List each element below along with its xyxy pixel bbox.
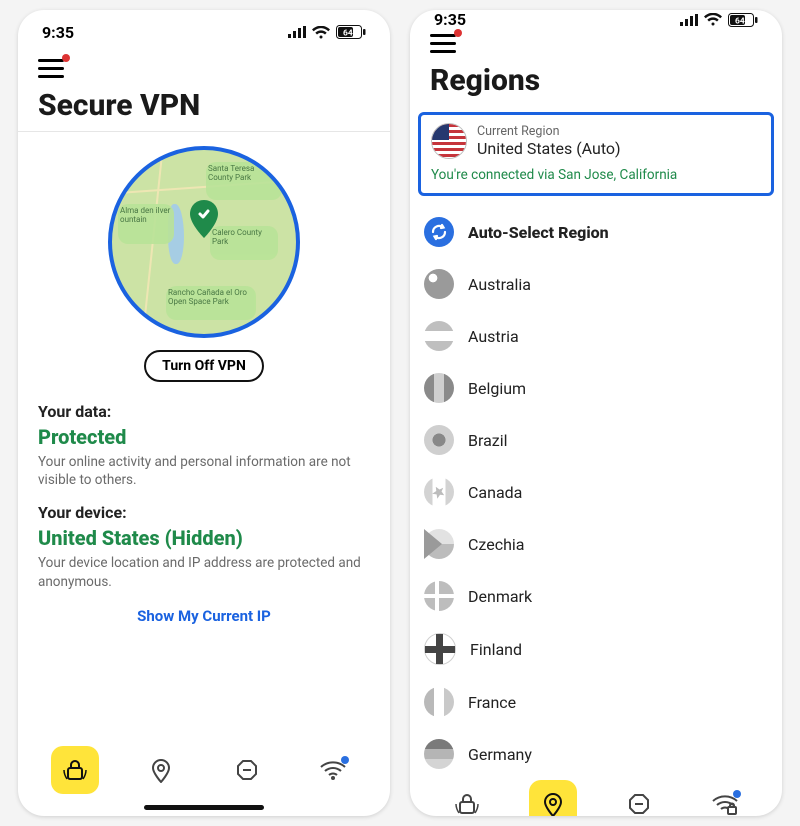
wifi-alert-dot-icon <box>733 790 741 798</box>
turn-off-vpn-button[interactable]: Turn Off VPN <box>144 350 264 382</box>
menu-icon[interactable] <box>430 33 456 53</box>
vpn-lock-icon <box>454 791 480 816</box>
your-device-value: United States (Hidden) <box>38 526 370 550</box>
menu-icon[interactable] <box>38 58 64 78</box>
status-bar: 9:35 64 <box>18 10 390 54</box>
phone-secure-vpn: 9:35 64 Secure VPN Santa Teresa County P… <box>18 10 390 816</box>
notification-dot-icon <box>454 29 462 37</box>
region-item[interactable]: Canada <box>420 466 772 518</box>
your-data-section: Your data: Protected Your online activit… <box>38 390 370 491</box>
wifi-alert-dot-icon <box>341 756 349 764</box>
region-item[interactable]: Austria <box>420 310 772 362</box>
your-device-section: Your device: United States (Hidden) Your… <box>38 491 370 592</box>
wifi-icon <box>312 26 330 39</box>
vpn-lock-icon <box>62 757 88 783</box>
location-pin-icon <box>149 757 173 783</box>
region-item-label: Australia <box>468 275 531 294</box>
tab-vpn[interactable] <box>51 746 99 794</box>
tab-wifi-security[interactable] <box>701 780 749 816</box>
tab-regions[interactable] <box>529 780 577 816</box>
region-item-label: Denmark <box>468 587 532 606</box>
region-item-label: Canada <box>468 483 522 502</box>
your-data-value: Protected <box>38 425 370 449</box>
flag-belgium-icon <box>424 373 454 403</box>
region-item[interactable]: France <box>420 676 772 728</box>
region-item-label: Germany <box>468 745 532 764</box>
region-item-label: France <box>468 693 516 712</box>
tab-bar <box>18 734 390 816</box>
cellular-icon <box>288 26 306 38</box>
region-list[interactable]: Auto-Select Region Australia Austria Belgi… <box>410 204 782 780</box>
map-pin-icon <box>189 200 219 238</box>
your-data-desc: Your online activity and personal inform… <box>38 453 370 489</box>
flag-austria-icon <box>424 321 454 351</box>
flag-australia-icon <box>424 269 454 299</box>
current-region-label: Current Region <box>477 124 621 139</box>
notification-dot-icon <box>62 54 70 62</box>
map-background: Santa Teresa County Park Alma den ilver … <box>112 150 296 334</box>
auto-select-icon <box>424 217 454 247</box>
cellular-icon <box>680 14 698 26</box>
svg-text:64: 64 <box>735 16 745 26</box>
location-pin-icon <box>541 791 565 816</box>
tab-bar <box>410 780 782 816</box>
top-bar <box>410 29 782 63</box>
tab-block[interactable] <box>615 780 663 816</box>
flag-brazil-icon <box>424 425 454 455</box>
home-indicator[interactable] <box>144 805 264 810</box>
flag-france-icon <box>424 687 454 717</box>
region-item[interactable]: Denmark <box>420 570 772 622</box>
status-icons: 64 <box>288 25 366 39</box>
page-title: Secure VPN <box>18 88 390 131</box>
status-bar: 9:35 64 <box>410 10 782 29</box>
block-icon <box>235 758 259 782</box>
tab-vpn[interactable] <box>443 780 491 816</box>
region-item[interactable]: Czechia <box>420 518 772 570</box>
tab-wifi-security[interactable] <box>309 746 357 794</box>
region-item[interactable]: Finland <box>420 622 772 676</box>
auto-select-label: Auto-Select Region <box>468 223 609 242</box>
flag-canada-icon <box>424 477 454 507</box>
your-data-label: Your data: <box>38 402 370 421</box>
top-bar <box>18 54 390 88</box>
your-device-label: Your device: <box>38 503 370 522</box>
battery-icon: 64 <box>728 13 758 27</box>
svg-text:64: 64 <box>343 29 353 39</box>
your-device-desc: Your device location and IP address are … <box>38 554 370 590</box>
battery-icon: 64 <box>336 25 366 39</box>
status-time: 9:35 <box>42 23 74 42</box>
region-item[interactable]: Belgium <box>420 362 772 414</box>
current-region-card[interactable]: Current Region United States (Auto) You'… <box>418 112 774 196</box>
region-item-label: Czechia <box>468 535 525 554</box>
show-my-ip-button[interactable]: Show My Current IP <box>38 593 370 629</box>
flag-denmark-icon <box>424 581 454 611</box>
status-icons: 64 <box>680 13 758 27</box>
block-icon <box>627 792 651 816</box>
region-item-label: Brazil <box>468 431 508 450</box>
auto-select-region-item[interactable]: Auto-Select Region <box>420 206 772 258</box>
current-region-value: United States (Auto) <box>477 139 621 158</box>
region-item[interactable]: Brazil <box>420 414 772 466</box>
tab-regions[interactable] <box>137 746 185 794</box>
phone-regions: 9:35 64 Regions Current Region United St… <box>410 10 782 816</box>
region-item-label: Austria <box>468 327 519 346</box>
flag-germany-icon <box>424 739 454 769</box>
region-item-label: Finland <box>470 640 522 659</box>
wifi-icon <box>704 13 722 26</box>
vpn-map[interactable]: Santa Teresa County Park Alma den ilver … <box>108 146 300 338</box>
page-title: Regions <box>410 63 782 106</box>
flag-finland-icon <box>424 633 456 665</box>
region-item[interactable]: Germany <box>420 728 772 780</box>
flag-czechia-icon <box>424 529 454 559</box>
status-time: 9:35 <box>434 10 466 29</box>
connected-status: You're connected via San Jose, Californi… <box>431 159 761 183</box>
tab-block[interactable] <box>223 746 271 794</box>
region-item[interactable]: Australia <box>420 258 772 310</box>
flag-usa-icon <box>431 123 467 159</box>
region-item-label: Belgium <box>468 379 526 398</box>
